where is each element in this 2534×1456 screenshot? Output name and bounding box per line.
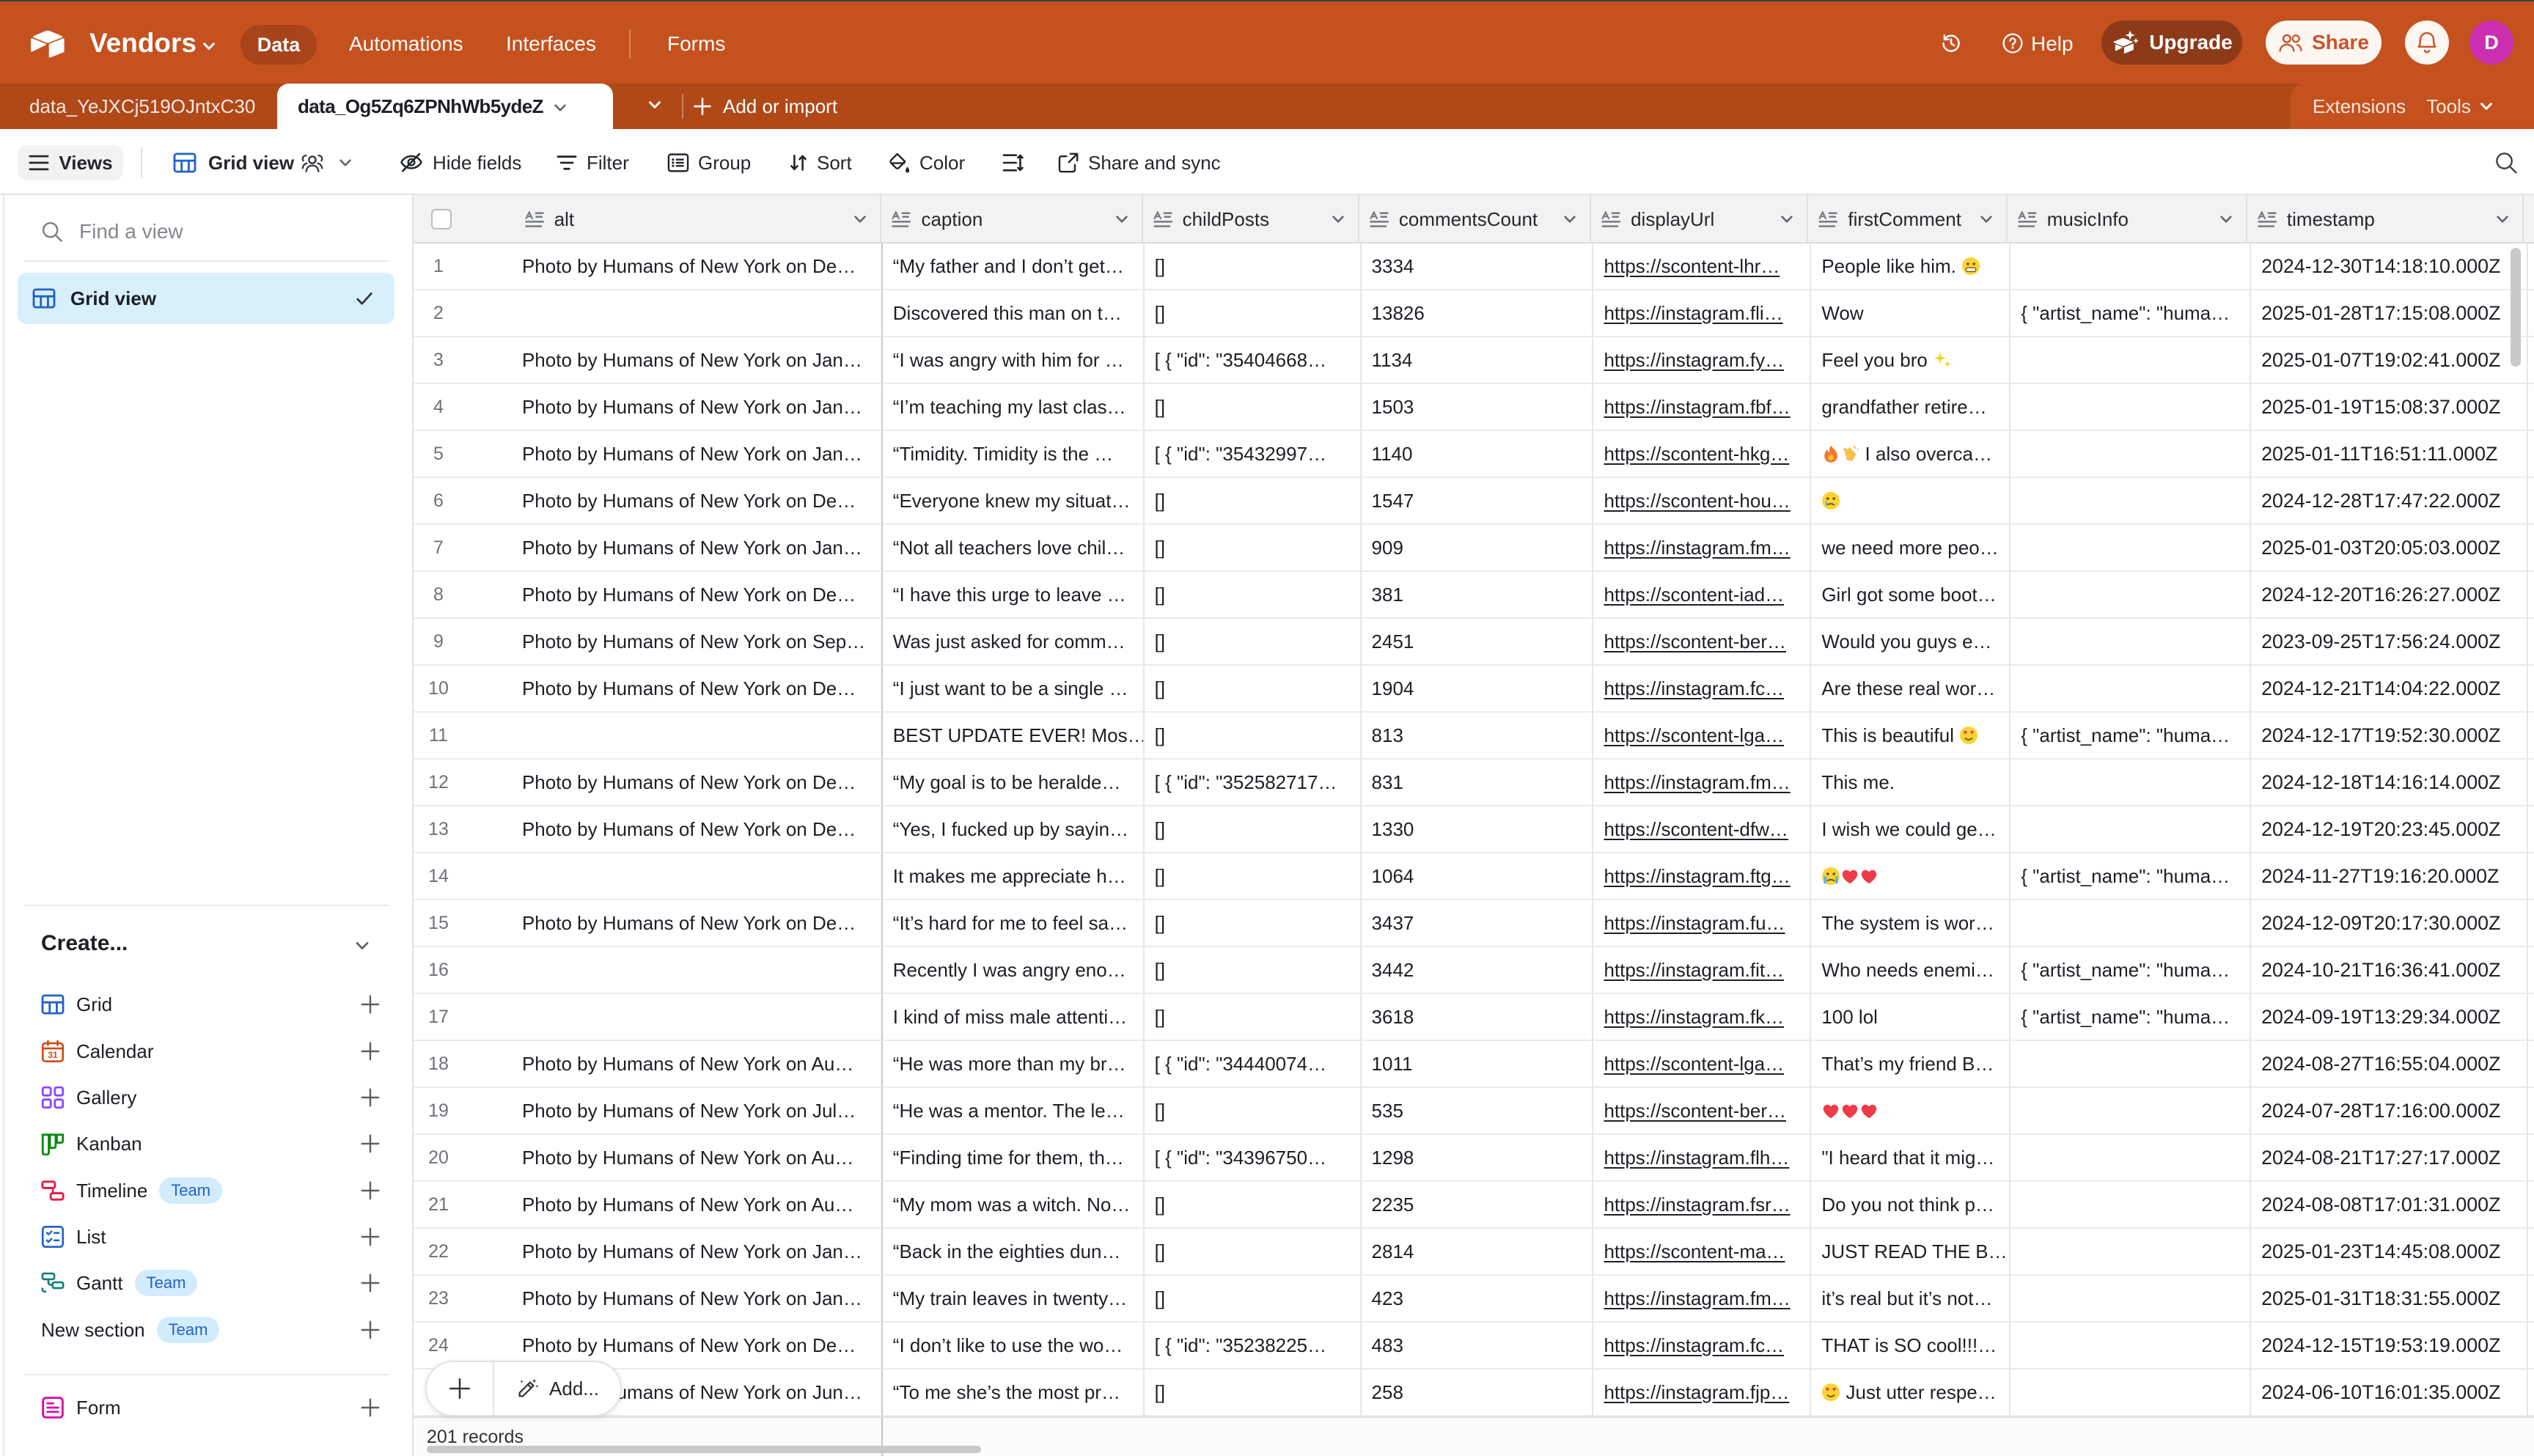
svg-text:31: 31 <box>48 1050 58 1060</box>
